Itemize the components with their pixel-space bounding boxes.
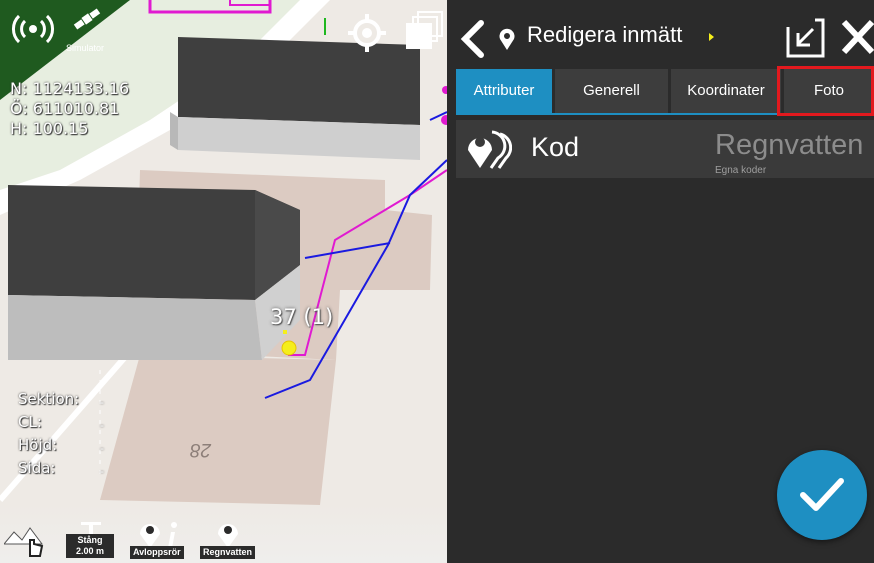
terrain-hand-icon[interactable] [4, 520, 50, 560]
attribute-label: Kod [531, 132, 580, 162]
layers-icon[interactable] [404, 10, 444, 52]
plot-number-label: 28 [190, 439, 212, 460]
layer1-label: Avloppsrör [130, 546, 184, 559]
layer2-label: Regnvatten [200, 546, 256, 559]
satellite-icon [73, 8, 101, 30]
height-coordinate: H: 100.15 [10, 119, 89, 138]
layer-regnvatten-button[interactable]: Regnvatten [200, 520, 256, 560]
gps-signal-icon [12, 14, 54, 44]
simulator-label: Simulator [66, 43, 105, 53]
info-side-label: Sida: [18, 459, 56, 477]
tab-attributer[interactable]: Attributer [456, 69, 552, 113]
rod-height-button[interactable]: Stång 2.00 m [66, 522, 116, 560]
crosshair-locate-icon[interactable] [346, 12, 388, 54]
rod-icon [81, 522, 101, 534]
attribute-row-kod[interactable]: Kod Regnvatten Egna koder [456, 120, 874, 178]
edit-panel: Redigera inmätt Attributer Generell Koor… [447, 0, 874, 563]
attribute-value: Regnvatten [715, 129, 864, 161]
info-section-value: - [100, 395, 104, 409]
rod-label: Stång 2.00 m [66, 534, 114, 558]
attribute-sub: Egna koder [715, 165, 767, 176]
tab-generell[interactable]: Generell [555, 69, 668, 113]
close-icon[interactable] [840, 18, 874, 56]
north-coordinate: N: 1124133.16 [10, 79, 130, 98]
tab-koordinater[interactable]: Koordinater [671, 69, 781, 113]
checkmark-icon [800, 478, 844, 511]
info-cl-value: - [100, 418, 104, 432]
info-side-value: - [100, 464, 104, 478]
confirm-button[interactable] [777, 450, 867, 540]
panel-title: Redigera inmätt [527, 22, 683, 47]
layer-avloppsror-button[interactable]: Avloppsrör [130, 520, 186, 560]
location-pin-icon [499, 28, 515, 50]
rod-label-line1: Stång [77, 535, 103, 545]
info-height-label: Höjd: [18, 436, 58, 454]
title-overflow-marker [709, 33, 714, 41]
foto-tab-highlight [777, 66, 874, 116]
info-section-label: Sektion: [18, 390, 80, 408]
minimize-arrow-icon[interactable] [785, 17, 827, 59]
info-height-value: - [100, 441, 104, 455]
rod-label-line2: 2.00 m [75, 546, 105, 556]
back-chevron-icon[interactable] [457, 20, 487, 58]
east-coordinate: Ö: 611010.81 [10, 99, 120, 118]
map-view[interactable]: Simulator N: 1124133.16 Ö: 611010.81 H: … [0, 0, 447, 563]
point-label: 37 (1) [270, 305, 334, 329]
code-pins-icon [468, 130, 512, 169]
measured-point[interactable] [281, 340, 297, 356]
info-cl-label: CL: [18, 413, 42, 431]
